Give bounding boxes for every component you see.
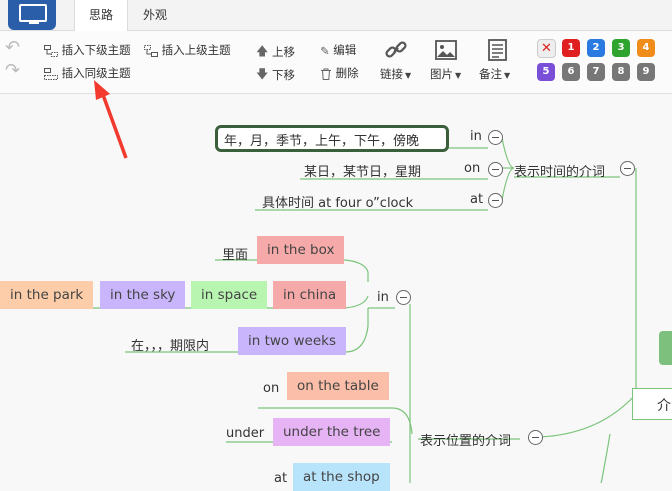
time-item-text[interactable]: 某日，某节日，星期 [304, 161, 421, 180]
trash-icon [321, 68, 331, 80]
place-on-label[interactable]: on [263, 381, 279, 396]
note-label: 备注 [479, 67, 502, 81]
insert-child-icon [44, 44, 58, 57]
delete-button[interactable]: 删除 [320, 65, 359, 81]
priority-6-icon[interactable]: 6 [562, 63, 580, 81]
topic-under-the-tree[interactable]: under the tree [273, 418, 391, 446]
insert-parent-label: 插入上级主题 [161, 43, 231, 57]
time-branch-label[interactable]: 表示时间的介词 [514, 161, 605, 180]
link-label: 链接 [380, 67, 403, 81]
topic-in-the-box[interactable]: in the box [257, 236, 345, 264]
image-button[interactable]: 图片 ▼ [430, 66, 461, 82]
topic-in-two-weeks[interactable]: in two weeks [238, 327, 346, 355]
place-under-label[interactable]: under [226, 426, 264, 441]
insert-child-label: 插入下级主题 [61, 43, 131, 57]
monitor-icon [19, 4, 47, 24]
topic-in-the-park[interactable]: in the park [0, 281, 94, 309]
time-item-text: 年，月，季节，上午，下午，傍晚 [224, 134, 420, 149]
collapse-icon[interactable] [528, 430, 543, 445]
place-zai[interactable]: 在，，，期限内 [131, 335, 209, 354]
annotation-arrow [94, 80, 128, 159]
move-up-button[interactable]: 🡅 上移 [256, 42, 295, 63]
app-logo[interactable] [8, 0, 56, 30]
collapse-icon[interactable] [620, 161, 635, 176]
pencil-icon: ✎ [320, 43, 330, 58]
priority-1-icon[interactable]: 1 [562, 39, 580, 57]
edit-label: 编辑 [333, 43, 357, 57]
topic-in-the-sky[interactable]: in the sky [100, 281, 186, 309]
undo-icon[interactable]: ↶ [5, 37, 20, 58]
priority-8-icon[interactable]: 8 [612, 63, 630, 81]
move-up-label: 上移 [272, 45, 295, 59]
collapse-icon[interactable] [488, 193, 503, 208]
time-prep-at[interactable]: at [470, 192, 483, 207]
place-at-label[interactable]: at [274, 471, 287, 486]
image-label: 图片 [430, 67, 453, 81]
place-limian[interactable]: 里面 [222, 244, 248, 263]
time-item-selected[interactable]: 年，月，季节，上午，下午，傍晚 [215, 125, 449, 152]
chevron-down-icon: ▼ [455, 71, 462, 80]
edit-button[interactable]: ✎ 编辑 [320, 42, 356, 58]
priority-3-icon[interactable]: 3 [612, 39, 630, 57]
link-icon[interactable] [384, 38, 408, 66]
note-button[interactable]: 备注 ▼ [479, 66, 510, 82]
insert-sibling-icon [44, 67, 58, 80]
priority-9-icon[interactable]: 9 [637, 63, 655, 81]
image-icon[interactable] [435, 40, 457, 64]
root-topic[interactable] [659, 331, 672, 365]
insert-child-button[interactable]: 插入下级主题 [44, 42, 131, 58]
delete-label: 删除 [335, 66, 359, 80]
collapse-icon[interactable] [396, 290, 411, 305]
note-icon[interactable] [488, 39, 508, 65]
move-down-label: 下移 [272, 68, 295, 82]
link-button[interactable]: 链接 ▼ [380, 66, 411, 82]
tab-waiguan[interactable]: 外观 [130, 0, 180, 30]
main-topic-label: 介 [657, 398, 671, 414]
chevron-down-icon: ▼ [405, 71, 412, 80]
place-in-label[interactable]: in [377, 290, 389, 305]
topic-in-china[interactable]: in china [273, 281, 347, 309]
priority-5-icon[interactable]: 5 [537, 63, 555, 81]
insert-parent-icon [144, 44, 158, 57]
time-prep-on[interactable]: on [464, 161, 480, 176]
priority-2-icon[interactable]: 2 [587, 39, 605, 57]
chevron-down-icon: ▼ [504, 71, 511, 80]
tab-siliu[interactable]: 思路 [74, 0, 128, 31]
redo-icon[interactable]: ↷ [5, 60, 20, 81]
clear-priority-icon[interactable]: ✕ [537, 39, 556, 58]
arrow-up-icon: 🡅 [256, 44, 269, 58]
insert-parent-button[interactable]: 插入上级主题 [144, 42, 231, 58]
move-down-button[interactable]: 🡇 下移 [256, 65, 295, 86]
topic-on-the-table[interactable]: on the table [287, 372, 389, 400]
place-branch-label[interactable]: 表示位置的介词 [420, 430, 511, 449]
time-prep-in[interactable]: in [470, 129, 482, 144]
arrow-down-icon: 🡇 [256, 67, 269, 81]
priority-7-icon[interactable]: 7 [587, 63, 605, 81]
collapse-icon[interactable] [488, 130, 503, 145]
time-item-text[interactable]: 具体时间 at four o”clock [262, 192, 413, 211]
priority-4-icon[interactable]: 4 [637, 39, 655, 57]
main-topic[interactable]: 介 [632, 388, 672, 420]
topic-in-space[interactable]: in space [191, 281, 268, 309]
collapse-icon[interactable] [488, 162, 503, 177]
topic-at-the-shop[interactable]: at the shop [293, 463, 390, 491]
